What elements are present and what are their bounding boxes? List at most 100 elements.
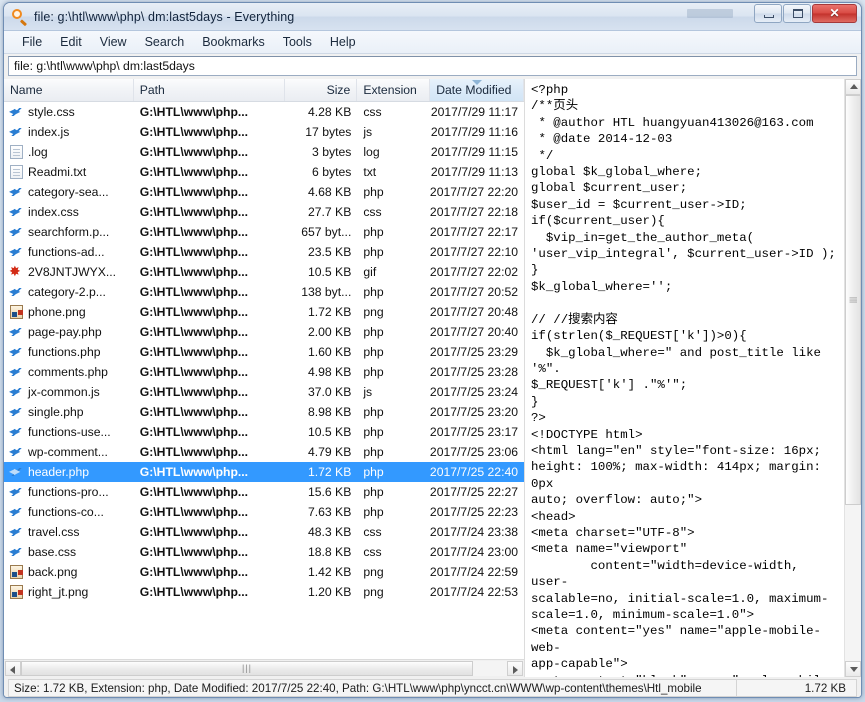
file-row[interactable]: functions-co... G:\HTL\www\php... 7.63 KB p… <box>4 502 524 522</box>
code-file-icon <box>9 445 23 459</box>
image-file-icon <box>10 565 23 579</box>
file-size-cell: 18.8 KB <box>307 545 352 559</box>
file-name-label: right_jt.png <box>28 585 89 599</box>
menu-item-file[interactable]: File <box>13 33 51 51</box>
file-path-cell: G:\HTL\www\php... <box>139 565 249 579</box>
file-name-cell: right_jt.png <box>4 585 134 599</box>
file-row[interactable]: header.php G:\HTL\www\php... 1.72 KB php 201… <box>4 462 524 482</box>
file-size-cell: 1.20 KB <box>307 585 352 599</box>
file-extension-cell: php <box>363 465 384 479</box>
file-row[interactable]: phone.png G:\HTL\www\php... 1.72 KB png 2017… <box>4 302 524 322</box>
file-date-cell: 2017/7/25 23:17 <box>430 425 519 439</box>
file-row[interactable]: base.css G:\HTL\www\php... 18.8 KB css 2017/… <box>4 542 524 562</box>
horizontal-scroll-thumb[interactable]: ||| <box>21 661 473 676</box>
file-name-label: category-2.p... <box>28 285 106 299</box>
menu-item-tools[interactable]: Tools <box>274 33 321 51</box>
file-row[interactable]: travel.css G:\HTL\www\php... 48.3 KB css 201… <box>4 522 524 542</box>
file-row[interactable]: page-pay.php G:\HTL\www\php... 2.00 KB php 2… <box>4 322 524 342</box>
column-header-size[interactable]: Size <box>285 79 358 101</box>
file-size-cell: 27.7 KB <box>307 205 352 219</box>
minimize-button[interactable] <box>754 4 782 23</box>
file-size-cell: 6 bytes <box>312 165 352 179</box>
column-header-label: Name <box>10 83 43 97</box>
file-row[interactable]: category-2.p... G:\HTL\www\php... 138 byt.… <box>4 282 524 302</box>
file-row[interactable]: jx-common.js G:\HTL\www\php... 37.0 KB js 20… <box>4 382 524 402</box>
column-header-name[interactable]: Name <box>4 79 134 101</box>
file-row[interactable]: back.png G:\HTL\www\php... 1.42 KB png 2017/… <box>4 562 524 582</box>
file-row[interactable]: index.js G:\HTL\www\php... 17 bytes js 2017/… <box>4 122 524 142</box>
scroll-right-arrow-icon[interactable] <box>507 661 523 676</box>
file-size-cell: 1.42 KB <box>307 565 352 579</box>
file-path-cell: G:\HTL\www\php... <box>139 325 249 339</box>
file-size-cell: 2.00 KB <box>307 325 352 339</box>
menu-item-view[interactable]: View <box>91 33 136 51</box>
scroll-down-arrow-icon[interactable] <box>845 661 861 677</box>
file-row[interactable]: 2V8JNTJWYX... G:\HTL\www\php... 10.5 KB gif… <box>4 262 524 282</box>
file-row[interactable]: .log G:\HTL\www\php... 3 bytes log 2017/7/29… <box>4 142 524 162</box>
file-name-cell: page-pay.php <box>4 325 134 339</box>
preview-pane: <?php /**页头 * @author HTL huangyuan41302… <box>525 79 861 677</box>
file-row[interactable]: functions-ad... G:\HTL\www\php... 23.5 KB p… <box>4 242 524 262</box>
horizontal-scroll-track[interactable]: ||| <box>21 661 507 676</box>
file-row[interactable]: category-sea... G:\HTL\www\php... 4.68 KB p… <box>4 182 524 202</box>
file-path-cell: G:\HTL\www\php... <box>139 425 249 439</box>
file-name-label: wp-comment... <box>28 445 108 459</box>
file-path-cell: G:\HTL\www\php... <box>139 125 249 139</box>
file-date-cell: 2017/7/27 20:48 <box>430 305 519 319</box>
file-date-cell: 2017/7/27 20:40 <box>430 325 519 339</box>
preview-vertical-scrollbar[interactable]: ||| <box>844 79 861 677</box>
file-row[interactable]: comments.php G:\HTL\www\php... 4.98 KB php 2… <box>4 362 524 382</box>
column-header-path[interactable]: Path <box>134 79 286 101</box>
file-row[interactable]: functions.php G:\HTL\www\php... 1.60 KB php… <box>4 342 524 362</box>
menu-bar: File Edit View Search Bookmarks Tools Help <box>4 31 861 54</box>
minimize-icon <box>764 15 774 18</box>
file-row[interactable]: index.css G:\HTL\www\php... 27.7 KB css 2017… <box>4 202 524 222</box>
code-file-icon <box>9 205 23 219</box>
file-row[interactable]: searchform.p... G:\HTL\www\php... 657 byt.… <box>4 222 524 242</box>
menu-item-bookmarks[interactable]: Bookmarks <box>193 33 274 51</box>
file-row[interactable]: single.php G:\HTL\www\php... 8.98 KB php 201… <box>4 402 524 422</box>
column-header-label: Extension <box>363 83 417 97</box>
file-date-cell: 2017/7/25 22:23 <box>430 505 519 519</box>
file-date-cell: 2017/7/25 23:28 <box>430 365 519 379</box>
file-name-cell: travel.css <box>4 525 134 539</box>
column-header-ext[interactable]: Extension <box>357 79 431 101</box>
file-name-label: style.css <box>28 105 75 119</box>
column-header-label: Date Modified <box>436 83 512 97</box>
scroll-left-arrow-icon[interactable] <box>5 661 21 676</box>
title-bar: file: g:\htl\www\php\ dm:last5days - Eve… <box>4 3 861 31</box>
file-path-cell: G:\HTL\www\php... <box>139 545 249 559</box>
status-info-text: Size: 1.72 KB, Extension: php, Date Modi… <box>8 679 737 697</box>
file-row[interactable]: Readmi.txt G:\HTL\www\php... 6 bytes txt 201… <box>4 162 524 182</box>
file-extension-cell: php <box>363 365 384 379</box>
file-date-cell: 2017/7/25 23:24 <box>430 385 519 399</box>
file-row[interactable]: style.css G:\HTL\www\php... 4.28 KB css 2017… <box>4 102 524 122</box>
horizontal-scrollbar[interactable]: ||| <box>4 659 524 677</box>
gif-file-icon <box>9 265 23 279</box>
menu-item-help[interactable]: Help <box>321 33 365 51</box>
code-file-icon <box>9 105 23 119</box>
file-path-cell: G:\HTL\www\php... <box>139 585 249 599</box>
file-row[interactable]: wp-comment... G:\HTL\www\php... 4.79 KB php… <box>4 442 524 462</box>
file-extension-cell: php <box>363 445 384 459</box>
file-size-cell: 23.5 KB <box>307 245 352 259</box>
file-row[interactable]: functions-pro... G:\HTL\www\php... 15.6 KB… <box>4 482 524 502</box>
file-row[interactable]: right_jt.png G:\HTL\www\php... 1.20 KB png 2… <box>4 582 524 602</box>
file-name-cell: searchform.p... <box>4 225 134 239</box>
search-input[interactable]: file: g:\htl\www\php\ dm:last5days <box>8 56 857 76</box>
column-header-date[interactable]: Date Modified <box>430 79 525 101</box>
file-extension-cell: php <box>363 505 384 519</box>
file-extension-cell: php <box>363 245 384 259</box>
file-extension-cell: css <box>363 525 382 539</box>
file-list[interactable]: style.css G:\HTL\www\php... 4.28 KB css 2017… <box>4 102 524 659</box>
menu-item-search[interactable]: Search <box>136 33 194 51</box>
file-date-cell: 2017/7/24 23:38 <box>430 525 519 539</box>
file-name-label: functions-use... <box>28 425 111 439</box>
scroll-up-arrow-icon[interactable] <box>845 79 861 95</box>
file-date-cell: 2017/7/27 22:10 <box>430 245 519 259</box>
close-button[interactable]: ✕ <box>812 4 857 23</box>
file-row[interactable]: functions-use... G:\HTL\www\php... 10.5 KB… <box>4 422 524 442</box>
vertical-scroll-thumb[interactable]: ||| <box>845 95 861 505</box>
menu-item-edit[interactable]: Edit <box>51 33 91 51</box>
maximize-button[interactable] <box>783 4 811 23</box>
